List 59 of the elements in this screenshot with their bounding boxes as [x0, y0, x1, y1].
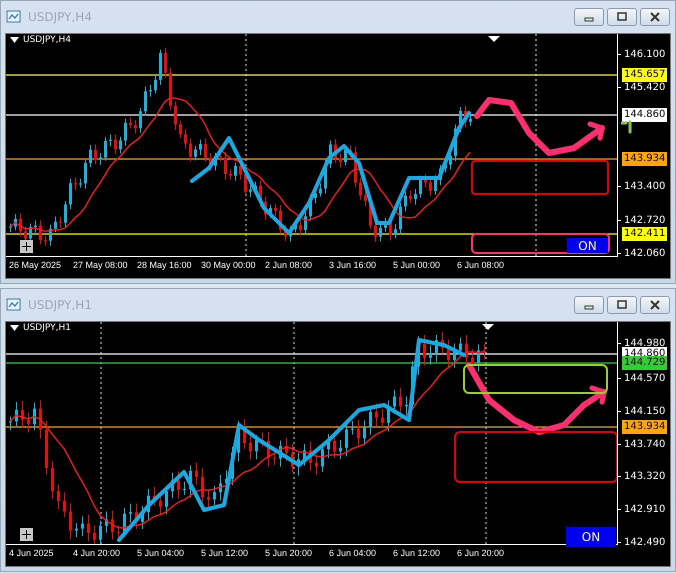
price-level-label: 144.860	[622, 108, 668, 122]
time-axis-label: 5 Jun 12:00	[201, 548, 250, 558]
time-axis-label: 4 Jun 20:00	[73, 548, 122, 558]
plus-icon[interactable]	[20, 240, 33, 253]
time-axis-label: 2 Jun 08:00	[265, 260, 314, 270]
time-axis-label: 5 Jun 20:00	[265, 548, 314, 558]
minimize-button[interactable]	[574, 8, 604, 26]
price-tick-label: 144.150	[624, 406, 666, 416]
shift-marker-icon	[482, 324, 494, 330]
time-axis-label: 5 Jun 04:00	[137, 548, 186, 558]
close-button[interactable]	[640, 8, 670, 26]
time-axis-label: 30 May 00:00	[201, 260, 257, 270]
time-axis-label: 6 Jun 04:00	[329, 548, 378, 558]
price-tick-label: 146.100	[624, 48, 666, 60]
maximize-icon	[617, 12, 627, 22]
price-tick-label: 145.420	[624, 82, 666, 92]
chart-window-icon	[6, 9, 22, 25]
price-tick-label: 143.740	[624, 438, 666, 450]
window-title: USDJPY,H4	[28, 10, 92, 24]
chart-symbol-label: USDJPY,H4	[23, 35, 71, 45]
dropdown-triangle-icon[interactable]	[10, 325, 19, 331]
dropdown-triangle-icon[interactable]	[10, 37, 19, 43]
price-level-label: 145.657	[622, 68, 668, 82]
price-tick-label: 143.400	[624, 180, 666, 192]
price-tick-label: 142.490	[624, 536, 666, 548]
window-title: USDJPY,H1	[28, 298, 92, 312]
price-level-label: 143.934	[622, 420, 668, 434]
minimize-button[interactable]	[574, 296, 604, 314]
on-button[interactable]: ON	[566, 527, 616, 547]
plus-icon[interactable]	[20, 528, 33, 541]
maximize-button[interactable]	[607, 296, 637, 314]
chart-symbol-label: USDJPY,H1	[23, 323, 71, 333]
price-level-label: 142.411	[622, 227, 668, 241]
time-axis-label: 26 May 2025	[9, 260, 62, 270]
price-marker-icon	[621, 120, 633, 134]
time-axis-label: 5 Jun 00:00	[393, 260, 442, 270]
price-tick-label: 142.720	[624, 214, 666, 226]
price-level-label: 143.934	[622, 152, 668, 166]
maximize-icon	[617, 300, 627, 310]
close-icon	[650, 300, 660, 310]
close-icon	[650, 12, 660, 22]
time-axis-label: 6 Jun 08:00	[457, 260, 506, 270]
price-tick-label: 144.570	[624, 372, 666, 384]
time-axis-label: 6 Jun 12:00	[393, 548, 442, 558]
time-axis-label: 6 Jun 20:00	[457, 548, 506, 558]
time-axis-label: 27 May 08:00	[73, 260, 129, 270]
time-axis-label: 4 Jun 2025	[9, 548, 55, 558]
on-button[interactable]: ON	[567, 238, 608, 253]
price-tick-label: 142.060	[624, 248, 666, 258]
maximize-button[interactable]	[607, 8, 637, 26]
price-tick-label: 144.980	[624, 338, 666, 348]
price-level-label: 144.729	[622, 356, 668, 370]
chart-window-icon	[6, 297, 22, 313]
time-axis-label: 3 Jun 16:00	[329, 260, 378, 270]
time-axis-label: 28 May 16:00	[137, 260, 193, 270]
close-button[interactable]	[640, 296, 670, 314]
price-tick-label: 143.320	[624, 470, 666, 482]
shift-marker-icon	[488, 36, 500, 42]
price-tick-label: 142.910	[624, 504, 666, 514]
